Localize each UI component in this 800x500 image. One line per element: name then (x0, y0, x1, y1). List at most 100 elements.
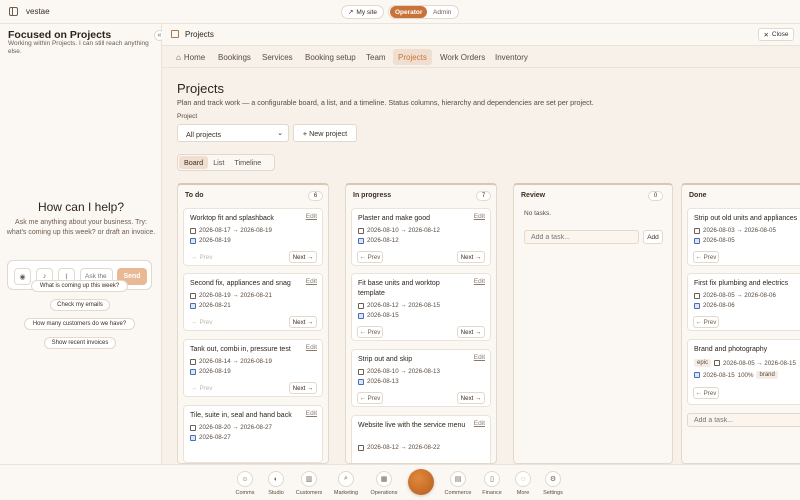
role-operator-button[interactable]: Operator (390, 6, 428, 18)
project-label: Project (177, 113, 198, 120)
next-button[interactable]: Next → (289, 382, 317, 394)
dock-more[interactable]: ◌ More (508, 471, 538, 496)
nav-projects[interactable]: Projects (393, 49, 432, 65)
prev-button[interactable]: ← Prev (189, 316, 215, 328)
prev-button[interactable]: ← Prev (189, 251, 215, 263)
workspace-header: Projects ✕ Close (162, 24, 800, 46)
suggestion-chip[interactable]: What is coming up this week? (31, 280, 128, 292)
prev-button[interactable]: ← Prev (357, 251, 383, 263)
nav-home[interactable]: ⌂ Home (171, 49, 210, 65)
task-card[interactable]: Strip out old units and appliances 2026-… (687, 208, 800, 266)
nav-services[interactable]: Services (257, 49, 298, 65)
due-date-icon (694, 302, 700, 309)
nav-inventory[interactable]: Inventory (490, 49, 533, 65)
tab-board[interactable]: Board (179, 156, 209, 169)
close-label: Close (771, 31, 789, 38)
task-card[interactable]: First fix plumbing and electrics 2026-08… (687, 273, 800, 331)
due-date-text: 2026-08-19 (199, 368, 231, 375)
task-title: Tank out, combi in, pressure test (190, 346, 291, 353)
task-card[interactable]: Tank out, combi in, pressure test Edit 2… (183, 339, 323, 397)
edit-link[interactable]: Edit (474, 278, 485, 285)
task-card[interactable]: Plaster and make good Edit 2026-08-10 → … (351, 208, 491, 266)
task-date-range: 2026-08-12 → 2026-08-22 (358, 444, 440, 451)
top-bar: vestae ↗ My site Operator Admin (0, 0, 800, 24)
task-date-range: 2026-08-05 → 2026-08-06 (694, 292, 776, 299)
search-icon: ⌕ (338, 471, 354, 487)
task-card[interactable]: Second fix, appliances and snag Edit 202… (183, 273, 323, 331)
calendar-icon (358, 302, 364, 309)
due-date-icon (358, 237, 364, 244)
sidebar-toggle-icon[interactable] (9, 7, 18, 16)
suggestion-chip[interactable]: Check my emails (50, 299, 110, 311)
dock-marketing[interactable]: ⌕ Marketing (331, 471, 361, 496)
task-card[interactable]: Fit base units and worktop template Edit… (351, 273, 491, 341)
date-range-text: 2026-08-10 → 2026-08-12 (367, 227, 440, 234)
prev-button[interactable]: ← Prev (357, 326, 383, 338)
next-button[interactable]: Next → (457, 326, 485, 338)
prev-button[interactable]: ← Prev (357, 392, 383, 404)
next-button[interactable]: Next → (289, 251, 317, 263)
task-date-range: 2026-08-17 → 2026-08-19 (190, 227, 272, 234)
suggestion-chip[interactable]: Show recent invoices (44, 337, 116, 349)
add-task-input[interactable] (524, 230, 639, 244)
add-task-button[interactable]: Add (643, 230, 663, 244)
nav-bookings[interactable]: Bookings (213, 49, 256, 65)
board-column-in-progress: In progress 7 Plaster and make good Edit… (345, 183, 497, 464)
task-card[interactable]: Brand and photography epic 2026-08-05 → 2… (687, 339, 800, 405)
date-range-text: 2026-08-12 → 2026-08-15 (367, 302, 440, 309)
project-select[interactable]: All projects ⌄ (177, 124, 289, 142)
next-button[interactable]: Next → (457, 392, 485, 404)
due-date-text: 2026-08-27 (199, 434, 231, 441)
assistant-heading: How can I help? (37, 200, 125, 214)
prev-button[interactable]: ← Prev (189, 382, 215, 394)
my-site-button[interactable]: ↗ My site (341, 5, 384, 19)
progress-text: 100% (737, 371, 754, 379)
task-card[interactable]: Strip out and skip Edit 2026-08-10 → 202… (351, 349, 491, 407)
edit-link[interactable]: Edit (306, 278, 317, 285)
suggestion-chip[interactable]: How many customers do we have? (24, 318, 135, 330)
date-range-text: 2026-08-05 → 2026-08-15 (723, 359, 796, 367)
calendar-icon: ▦ (376, 471, 392, 487)
edit-link[interactable]: Edit (474, 213, 485, 220)
dock-comms[interactable]: ☺ Comms (230, 471, 260, 496)
task-card[interactable]: Website live with the service menu Edit … (351, 415, 491, 463)
prev-button[interactable]: ← Prev (693, 251, 719, 263)
add-task-input[interactable] (687, 413, 800, 427)
nav-team[interactable]: Team (361, 49, 391, 65)
prev-button[interactable]: ← Prev (693, 316, 719, 328)
task-title: Strip out old units and appliances (694, 215, 798, 222)
dock-finance[interactable]: ▯ Finance (477, 471, 507, 496)
dock-commerce[interactable]: ▤ Commerce (443, 471, 473, 496)
next-button[interactable]: Next → (289, 316, 317, 328)
dock-customers[interactable]: ▥ Customers (294, 471, 324, 496)
book-icon: ▥ (301, 471, 317, 487)
nav-booking-setup[interactable]: Booking setup (300, 49, 361, 65)
assistant-orb-button[interactable] (408, 469, 434, 495)
column-title: In progress (353, 192, 392, 199)
tab-timeline[interactable]: Timeline (229, 156, 266, 169)
tab-list[interactable]: List (208, 156, 229, 169)
new-project-button[interactable]: + New project (293, 124, 357, 142)
close-button[interactable]: ✕ Close (758, 28, 794, 41)
dock-settings[interactable]: ⚙ Settings (538, 471, 568, 496)
task-card[interactable]: Tile, suite in, seal and hand back Edit … (183, 405, 323, 463)
edit-link[interactable]: Edit (306, 213, 317, 220)
main-workspace: Projects ✕ Close ⌂ Home Bookings Services … (162, 24, 800, 464)
edit-link[interactable]: Edit (474, 354, 485, 361)
edit-link[interactable]: Edit (306, 344, 317, 351)
task-title: Website live with the service menu (358, 422, 466, 429)
dock-label: Marketing (333, 490, 359, 496)
dock-studio[interactable]: ◐ Studio (261, 471, 291, 496)
next-button[interactable]: Next → (457, 251, 485, 263)
role-admin-button[interactable]: Admin (427, 6, 457, 18)
prev-button[interactable]: ← Prev (693, 387, 719, 399)
edit-link[interactable]: Edit (306, 410, 317, 417)
brand-name: vestae (26, 7, 50, 16)
board-column-done: Done Strip out old units and appliances … (681, 183, 800, 464)
nav-work-orders[interactable]: Work Orders (435, 49, 490, 65)
voice-icon[interactable]: ◉ (14, 268, 31, 285)
edit-link[interactable]: Edit (474, 420, 485, 427)
calendar-icon (694, 292, 700, 299)
dock-operations[interactable]: ▦ Operations (369, 471, 399, 496)
task-card[interactable]: Worktop fit and splashback Edit 2026-08-… (183, 208, 323, 266)
